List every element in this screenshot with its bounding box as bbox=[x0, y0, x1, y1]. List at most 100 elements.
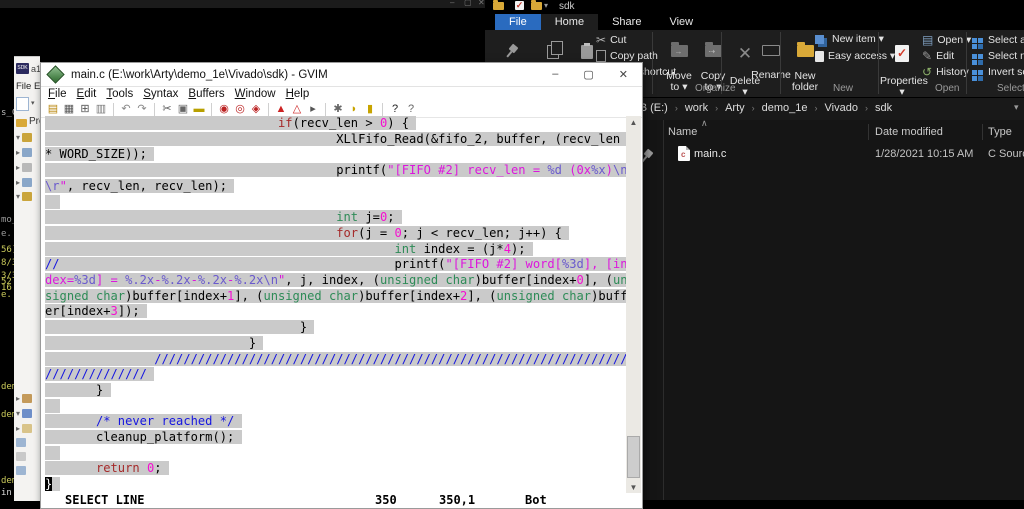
select-all-button[interactable]: Select all bbox=[972, 34, 1024, 46]
code-line bbox=[45, 194, 629, 211]
tree-chevron-icon[interactable]: ▸ bbox=[16, 148, 20, 157]
gvim-titlebar[interactable]: main.c (E:\work\Arty\demo_1e\Vivado\sdk)… bbox=[41, 63, 642, 87]
menu-help[interactable]: Help bbox=[286, 88, 310, 100]
eclipse-tree-item[interactable]: ▸ bbox=[16, 394, 33, 403]
tags-icon[interactable]: ◗ bbox=[347, 102, 361, 116]
cut-icon[interactable]: ✂ bbox=[160, 102, 174, 116]
eclipse-tree-item[interactable]: ▾ bbox=[16, 133, 33, 142]
tree-chevron-icon[interactable]: ▾ bbox=[16, 133, 20, 142]
eclipse-tree-item[interactable]: ▸ bbox=[16, 424, 33, 433]
ribbon-tab-share[interactable]: Share bbox=[598, 14, 655, 30]
paste-icon[interactable]: ▬ bbox=[192, 102, 206, 116]
ribbon-tab-view[interactable]: View bbox=[655, 14, 707, 30]
tree-chevron-icon[interactable]: ▾ bbox=[16, 409, 20, 418]
toolbar-separator bbox=[113, 102, 114, 116]
save-all-icon[interactable]: ⊞ bbox=[78, 102, 92, 116]
gvim-minimize-button[interactable]: – bbox=[552, 68, 558, 81]
properties-icon: ✓ bbox=[895, 45, 909, 62]
paste-icon bbox=[581, 43, 593, 59]
column-header-name[interactable]: Name bbox=[668, 126, 697, 138]
undo-icon[interactable]: ↶ bbox=[119, 102, 133, 116]
eclipse-menubar[interactable]: File E bbox=[16, 81, 40, 92]
breadcrumb-item[interactable]: sdk bbox=[875, 102, 892, 114]
gvim-code[interactable]: if(recv_len > 0) { XLlFifo_Read(&fifo_2,… bbox=[45, 116, 629, 494]
gvim-maximize-button[interactable]: ▢ bbox=[583, 68, 593, 81]
column-separator[interactable] bbox=[868, 124, 869, 140]
menu-window[interactable]: Window bbox=[235, 88, 276, 100]
eclipse-tree-item[interactable] bbox=[16, 466, 26, 475]
breadcrumb-item[interactable]: Arty bbox=[725, 102, 745, 114]
column-header-date[interactable]: Date modified bbox=[875, 126, 943, 138]
console-minimize-icon[interactable]: – bbox=[450, 0, 454, 7]
tree-chevron-icon[interactable]: ▸ bbox=[16, 424, 20, 433]
eclipse-tree-item[interactable]: ▾ bbox=[16, 192, 33, 201]
copy-icon bbox=[547, 41, 563, 59]
find-next-icon[interactable]: ◉ bbox=[217, 102, 231, 116]
print-icon[interactable]: ▥ bbox=[94, 102, 108, 116]
eclipse-tree-item[interactable]: ▸ bbox=[16, 163, 33, 172]
new-item-button[interactable]: New item ▾ bbox=[815, 33, 884, 45]
eclipse-tree-item[interactable] bbox=[16, 452, 26, 461]
quick-access-newfolder-icon[interactable] bbox=[531, 0, 542, 10]
address-caret-icon[interactable]: ▾ bbox=[1014, 102, 1019, 113]
breadcrumb-item[interactable]: demo_1e bbox=[762, 102, 808, 114]
quick-access-properties-icon[interactable]: ✓ bbox=[515, 1, 524, 10]
history-button[interactable]: ↺ History bbox=[922, 66, 969, 78]
copy-icon[interactable]: ▣ bbox=[176, 102, 190, 116]
find-prev-icon[interactable]: ◎ bbox=[233, 102, 247, 116]
open-icon[interactable]: ▤ bbox=[46, 102, 60, 116]
scroll-down-icon[interactable]: ▼ bbox=[626, 483, 641, 492]
eclipse-tree-item[interactable]: ▸ bbox=[16, 178, 33, 187]
select-none-button[interactable]: Select none bbox=[972, 50, 1024, 62]
menu-tools[interactable]: Tools bbox=[106, 88, 133, 100]
tag-jump-icon[interactable]: ▮ bbox=[363, 102, 377, 116]
eclipse-tree-item[interactable]: ▸ bbox=[16, 148, 33, 157]
gvim-close-button[interactable]: ✕ bbox=[619, 68, 628, 81]
eclipse-new-caret-icon[interactable]: ▾ bbox=[31, 99, 35, 107]
menu-file[interactable]: File bbox=[48, 88, 67, 100]
tree-chevron-icon[interactable]: ▸ bbox=[16, 178, 20, 187]
tree-chevron-icon[interactable]: ▸ bbox=[16, 163, 20, 172]
column-header-type[interactable]: Type bbox=[988, 126, 1012, 138]
breadcrumb-item[interactable]: work bbox=[685, 102, 708, 114]
replace-icon[interactable]: ◈ bbox=[249, 102, 263, 116]
gvim-menubar: File Edit Tools Syntax Buffers Window Help bbox=[41, 87, 642, 101]
redo-icon[interactable]: ↷ bbox=[135, 102, 149, 116]
menu-syntax[interactable]: Syntax bbox=[143, 88, 178, 100]
load-session-icon[interactable]: ▲ bbox=[274, 102, 288, 116]
tree-item-icon bbox=[22, 394, 33, 403]
save-session-icon[interactable]: △ bbox=[290, 102, 304, 116]
gvim-scrollbar[interactable]: ▲ ▼ bbox=[626, 116, 641, 494]
code-line: dex=%3d] = %.2x-%.2x-%.2x-%.2x\n", j, in… bbox=[45, 273, 629, 289]
quick-access-caret-icon[interactable]: ▾ bbox=[544, 1, 548, 10]
help-icon[interactable]: ? bbox=[388, 102, 402, 116]
quick-access-folder-icon[interactable] bbox=[493, 0, 504, 10]
column-separator[interactable] bbox=[982, 124, 983, 140]
ribbon-tab-home[interactable]: Home bbox=[540, 14, 599, 30]
run-script-icon[interactable]: ▸ bbox=[306, 102, 320, 116]
tree-chevron-icon[interactable]: ▾ bbox=[16, 192, 20, 201]
invert-selection-button[interactable]: Invert selection bbox=[972, 66, 1024, 78]
gvim-window-title: main.c (E:\work\Arty\demo_1e\Vivado\sdk)… bbox=[71, 68, 328, 81]
edit-button[interactable]: ✎ Edit bbox=[922, 50, 954, 62]
console-close-icon[interactable]: ✕ bbox=[478, 0, 485, 7]
code-line: } bbox=[45, 477, 629, 493]
menu-edit[interactable]: Edit bbox=[77, 88, 97, 100]
menu-buffers[interactable]: Buffers bbox=[188, 88, 224, 100]
eclipse-tree-item[interactable]: ▾ bbox=[16, 409, 33, 418]
scrollbar-thumb[interactable] bbox=[627, 436, 640, 478]
eclipse-tree-item[interactable] bbox=[16, 438, 26, 447]
make-icon[interactable]: ✱ bbox=[331, 102, 345, 116]
save-icon[interactable]: ▦ bbox=[62, 102, 76, 116]
copy-path-button[interactable]: Copy path bbox=[596, 50, 658, 62]
cut-button[interactable]: ✂ Cut bbox=[596, 34, 626, 46]
open-button[interactable]: ▤ Open ▾ bbox=[922, 34, 971, 46]
tree-chevron-icon[interactable]: ▸ bbox=[16, 394, 20, 403]
breadcrumb-item[interactable]: Vivado bbox=[825, 102, 858, 114]
code-line: printf("[FIFO #2] recv_len = %d (0x%x)\n bbox=[45, 163, 629, 179]
eclipse-new-button[interactable] bbox=[16, 97, 29, 111]
scroll-up-icon[interactable]: ▲ bbox=[626, 118, 641, 127]
console-maximize-icon[interactable]: ▢ bbox=[464, 0, 472, 7]
find-help-icon[interactable]: ? bbox=[404, 102, 418, 116]
ribbon-tab-file[interactable]: File bbox=[495, 14, 541, 30]
